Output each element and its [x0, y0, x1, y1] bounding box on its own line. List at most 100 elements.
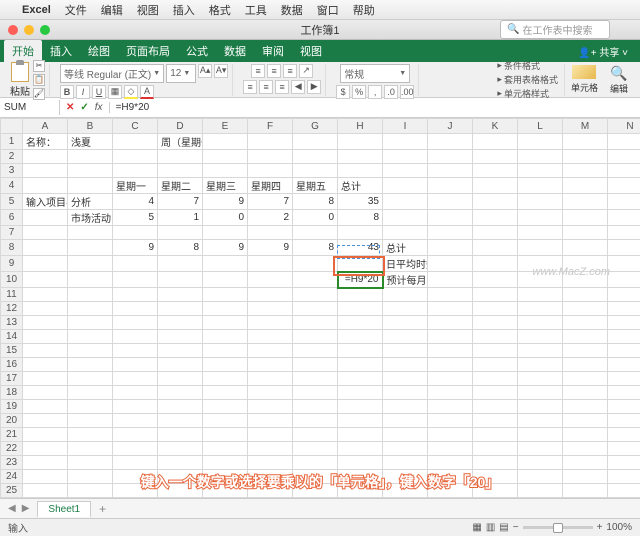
row-header[interactable]: 22 [1, 442, 23, 456]
cell[interactable] [563, 150, 608, 164]
row-header[interactable]: 15 [1, 344, 23, 358]
cell-style-link[interactable]: ▸ 单元格样式 [497, 87, 558, 100]
col-header[interactable]: L [518, 119, 563, 134]
cell[interactable] [473, 442, 518, 456]
menu-help[interactable]: 帮助 [353, 2, 375, 18]
cell[interactable]: 星期五 [293, 178, 338, 194]
cell[interactable] [248, 330, 293, 344]
cell[interactable] [158, 272, 203, 288]
cell[interactable] [383, 226, 428, 240]
cell[interactable] [518, 428, 563, 442]
cell[interactable] [23, 344, 68, 358]
cell[interactable] [563, 210, 608, 226]
cell[interactable] [158, 428, 203, 442]
cell[interactable] [383, 316, 428, 330]
name-box[interactable]: SUM [0, 100, 60, 115]
cell[interactable] [113, 316, 158, 330]
cell[interactable] [158, 330, 203, 344]
cell[interactable] [518, 134, 563, 150]
cell[interactable] [428, 344, 473, 358]
cell[interactable]: 星期三 [203, 178, 248, 194]
cell[interactable] [518, 456, 563, 470]
align-center-icon[interactable]: ≡ [259, 80, 273, 94]
view-layout-icon[interactable]: ▥ [486, 522, 495, 533]
cell[interactable]: 周（星期一） [158, 134, 203, 150]
cell[interactable] [293, 358, 338, 372]
cell[interactable] [248, 256, 293, 272]
cell[interactable] [473, 372, 518, 386]
spreadsheet-grid[interactable]: ABCDEFGHIJKLMN1名称：浅夏周（星期一）234星期一星期二星期三星期… [0, 118, 640, 498]
cell[interactable] [113, 256, 158, 272]
cell[interactable] [608, 456, 640, 470]
align-left-icon[interactable]: ≡ [243, 80, 257, 94]
cell[interactable] [68, 372, 113, 386]
cell[interactable] [248, 302, 293, 316]
cell[interactable] [158, 344, 203, 358]
cell[interactable]: 8 [293, 194, 338, 210]
cell[interactable] [203, 456, 248, 470]
minimize-icon[interactable] [24, 25, 34, 35]
cell[interactable] [473, 134, 518, 150]
cell[interactable] [23, 358, 68, 372]
cell[interactable] [68, 288, 113, 302]
cell[interactable] [68, 316, 113, 330]
sheet-nav-prev-icon[interactable]: ◀ [8, 503, 16, 514]
cell[interactable] [563, 240, 608, 256]
cell[interactable] [518, 194, 563, 210]
cell[interactable] [248, 288, 293, 302]
italic-button[interactable]: I [76, 85, 90, 99]
cell[interactable] [293, 442, 338, 456]
cell[interactable] [338, 372, 383, 386]
cell[interactable] [203, 428, 248, 442]
cell[interactable] [293, 428, 338, 442]
conditional-format-button[interactable]: ▸ 条件格式 [497, 59, 558, 72]
comma-icon[interactable]: , [368, 85, 382, 99]
align-middle-icon[interactable]: ≡ [267, 64, 281, 78]
col-header[interactable]: G [293, 119, 338, 134]
cell[interactable]: 0 [203, 210, 248, 226]
cell[interactable]: 星期二 [158, 178, 203, 194]
cell[interactable] [608, 240, 640, 256]
cell[interactable] [113, 150, 158, 164]
cell[interactable] [248, 358, 293, 372]
cell[interactable] [563, 372, 608, 386]
cell[interactable] [383, 456, 428, 470]
menu-insert[interactable]: 插入 [173, 2, 195, 18]
row-header[interactable]: 23 [1, 456, 23, 470]
cell[interactable] [383, 330, 428, 344]
currency-icon[interactable]: $ [336, 85, 350, 99]
cell[interactable] [608, 428, 640, 442]
cell[interactable] [428, 226, 473, 240]
cell[interactable] [293, 316, 338, 330]
cell[interactable] [113, 164, 158, 178]
cell[interactable] [338, 456, 383, 470]
underline-button[interactable]: U [92, 85, 106, 99]
menu-window[interactable]: 窗口 [317, 2, 339, 18]
cell[interactable] [23, 330, 68, 344]
cell[interactable]: 7 [158, 194, 203, 210]
cell[interactable]: 市场活动 [68, 210, 113, 226]
copy-icon[interactable]: 📋 [33, 74, 45, 86]
tab-review[interactable]: 审阅 [254, 40, 292, 62]
cell[interactable] [338, 164, 383, 178]
cell[interactable]: 星期四 [248, 178, 293, 194]
cell-style-button[interactable]: 单元格 [571, 65, 598, 94]
cell[interactable] [203, 256, 248, 272]
cell[interactable] [203, 358, 248, 372]
cell[interactable] [68, 150, 113, 164]
cell[interactable]: 总计 [383, 240, 428, 256]
row-header[interactable]: 18 [1, 386, 23, 400]
cell[interactable] [23, 372, 68, 386]
cell[interactable] [23, 272, 68, 288]
increase-font-icon[interactable]: A▴ [198, 64, 212, 78]
cell[interactable] [473, 226, 518, 240]
cell[interactable] [293, 256, 338, 272]
cell[interactable] [293, 386, 338, 400]
cell[interactable] [68, 400, 113, 414]
cell[interactable] [563, 400, 608, 414]
cell[interactable] [473, 288, 518, 302]
cell[interactable] [23, 256, 68, 272]
cell[interactable] [68, 414, 113, 428]
decrease-font-icon[interactable]: A▾ [214, 64, 228, 78]
cell[interactable] [338, 442, 383, 456]
